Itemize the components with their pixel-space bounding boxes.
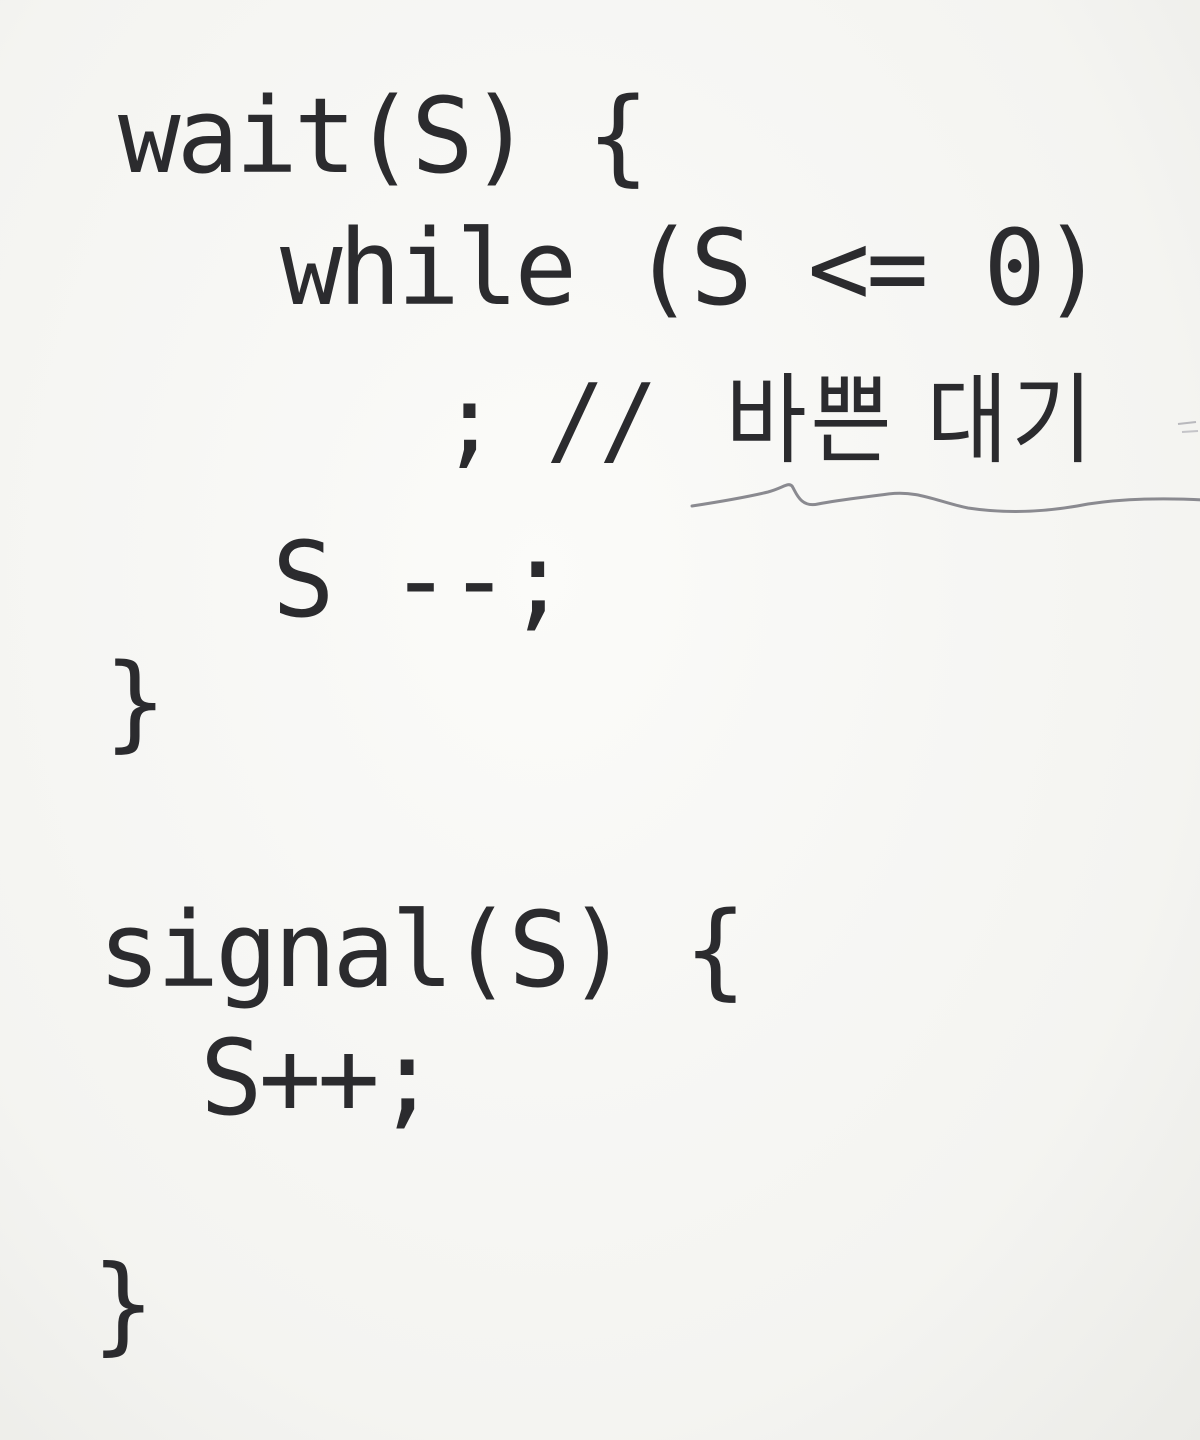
wait-closing-brace: } xyxy=(104,641,167,763)
signal-closing-brace: } xyxy=(92,1241,155,1367)
while-condition-line: while (S <= 0) xyxy=(280,207,1105,329)
decrement-line: S --; xyxy=(272,519,569,641)
busy-wait-line: ; // 바쁜 대기 xyxy=(440,372,1117,470)
busy-wait-statement: ; // xyxy=(440,364,706,478)
page-sheet: wait(S) { while (S <= 0) ; // 바쁜 대기 S --… xyxy=(0,0,1200,1440)
handwritten-underline xyxy=(690,483,1200,513)
increment-line: S++; xyxy=(200,1017,438,1139)
wait-function-header: wait(S) { xyxy=(118,75,650,197)
signal-function-header: signal(S) { xyxy=(98,889,747,1011)
pencil-mark xyxy=(1177,421,1199,433)
busy-wait-comment: 바쁜 대기 xyxy=(725,364,1097,478)
